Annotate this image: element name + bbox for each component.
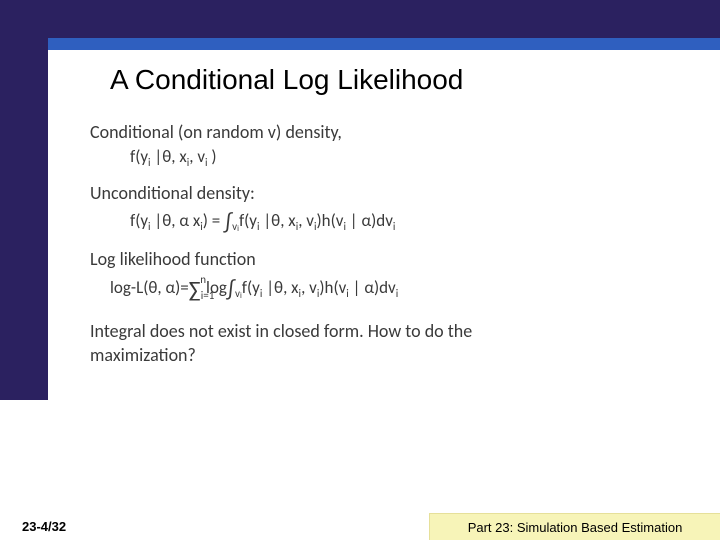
- slide: A Conditional Log Likelihood Conditional…: [0, 0, 720, 540]
- text-closing-line2: maximization?: [90, 343, 650, 367]
- integral-icon: ∫: [224, 208, 232, 235]
- sum-icon: ∑: [189, 276, 201, 303]
- top-bar: [0, 0, 720, 38]
- closing-question-group: Integral does not exist in closed form. …: [90, 319, 650, 368]
- log-likelihood-group: Log likelihood function log-L(θ, α)=∑i=1…: [90, 247, 650, 305]
- text-unconditional-density: Unconditional density:: [90, 181, 650, 205]
- footer: 23-4/32 Part 23: Simulation Based Estima…: [0, 514, 720, 540]
- slide-title: A Conditional Log Likelihood: [110, 64, 463, 96]
- eq-unconditional-density: f(yi |θ, α xi) = ∫vif(yi |θ, xi, vi)h(vi…: [130, 207, 650, 237]
- text-conditional-density: Conditional (on random v) density,: [90, 120, 650, 144]
- eq-log-likelihood: log-L(θ, α)=∑i=1nlog∫vif(yi |θ, xi, vi)h…: [110, 273, 650, 305]
- eq-conditional-density: f(yi |θ, xi, vi ): [130, 146, 650, 171]
- slide-number: 23-4/32: [22, 519, 66, 534]
- conditional-density-group: Conditional (on random v) density, f(yi …: [90, 120, 650, 171]
- text-log-likelihood: Log likelihood function: [90, 247, 650, 271]
- unconditional-density-group: Unconditional density: f(yi |θ, α xi) = …: [90, 181, 650, 237]
- part-label: Part 23: Simulation Based Estimation: [468, 520, 683, 535]
- integral-icon: ∫: [227, 275, 235, 302]
- left-column: [0, 0, 48, 400]
- text-closing-line1: Integral does not exist in closed form. …: [90, 319, 650, 343]
- slide-content: Conditional (on random v) density, f(yi …: [90, 120, 650, 378]
- accent-strip: [48, 38, 720, 50]
- part-label-box: Part 23: Simulation Based Estimation: [429, 513, 720, 540]
